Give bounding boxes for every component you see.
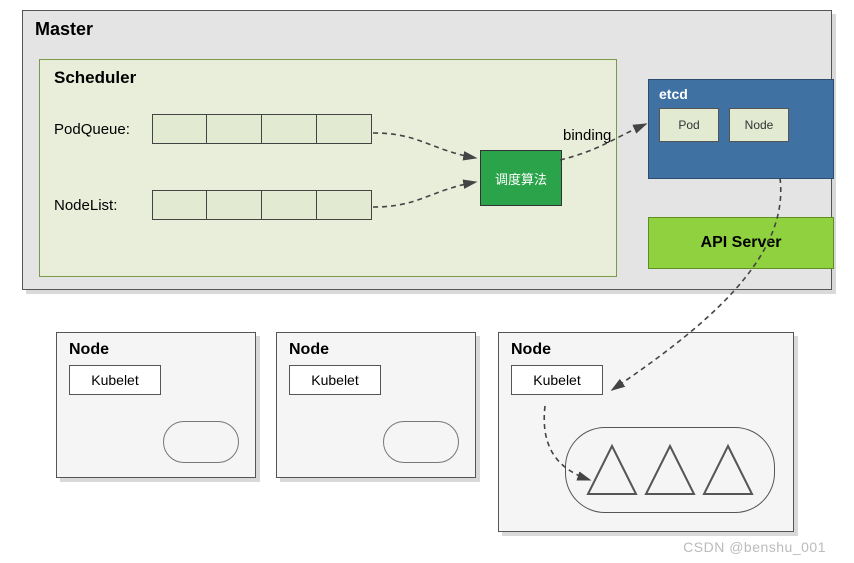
node-box-2: Node Kubelet	[276, 332, 476, 478]
scheduler-title: Scheduler	[54, 68, 602, 88]
queue-cell	[207, 190, 262, 220]
master-title: Master	[35, 19, 819, 40]
nodelist-row: NodeList:	[54, 190, 372, 220]
binding-label: binding	[563, 127, 611, 144]
apiserver-box: API Server	[648, 217, 834, 269]
algorithm-label: 调度算法	[495, 169, 547, 188]
queue-cell	[262, 190, 317, 220]
running-pod-icon	[565, 427, 775, 513]
podqueue-label: PodQueue:	[54, 121, 152, 138]
queue-cell	[152, 114, 207, 144]
empty-pod-icon	[383, 421, 459, 463]
node-title: Node	[69, 341, 243, 359]
podqueue-row: PodQueue:	[54, 114, 372, 144]
nodelist-label: NodeList:	[54, 197, 152, 214]
apiserver-label: API Server	[701, 234, 782, 252]
queue-cell	[317, 190, 372, 220]
etcd-pod-box: Pod	[659, 108, 719, 142]
container-triangle-icon	[702, 442, 754, 498]
kubelet-label: Kubelet	[91, 372, 138, 388]
etcd-box: etcd Pod Node	[648, 79, 834, 179]
node-title: Node	[289, 341, 463, 359]
queue-cell	[207, 114, 262, 144]
algorithm-box: 调度算法	[480, 150, 562, 206]
node-box-1: Node Kubelet	[56, 332, 256, 478]
queue-cell	[152, 190, 207, 220]
kubelet-box: Kubelet	[69, 365, 161, 395]
podqueue-cells	[152, 114, 372, 144]
kubelet-label: Kubelet	[311, 372, 358, 388]
scheduler-box: Scheduler PodQueue: NodeList: 调度算法	[39, 59, 617, 277]
node-title: Node	[511, 341, 781, 359]
queue-cell	[262, 114, 317, 144]
master-box: Master Scheduler PodQueue: NodeList: 调度算…	[22, 10, 832, 290]
node-box-3: Node Kubelet	[498, 332, 794, 532]
empty-pod-icon	[163, 421, 239, 463]
etcd-pod-label: Pod	[678, 118, 699, 132]
kubelet-label: Kubelet	[533, 372, 580, 388]
kubelet-box: Kubelet	[511, 365, 603, 395]
container-triangle-icon	[644, 442, 696, 498]
nodelist-cells	[152, 190, 372, 220]
watermark-text: CSDN @benshu_001	[683, 539, 826, 555]
etcd-node-label: Node	[745, 118, 774, 132]
kubelet-box: Kubelet	[289, 365, 381, 395]
etcd-title: etcd	[659, 86, 823, 102]
container-triangle-icon	[586, 442, 638, 498]
queue-cell	[317, 114, 372, 144]
etcd-node-box: Node	[729, 108, 789, 142]
